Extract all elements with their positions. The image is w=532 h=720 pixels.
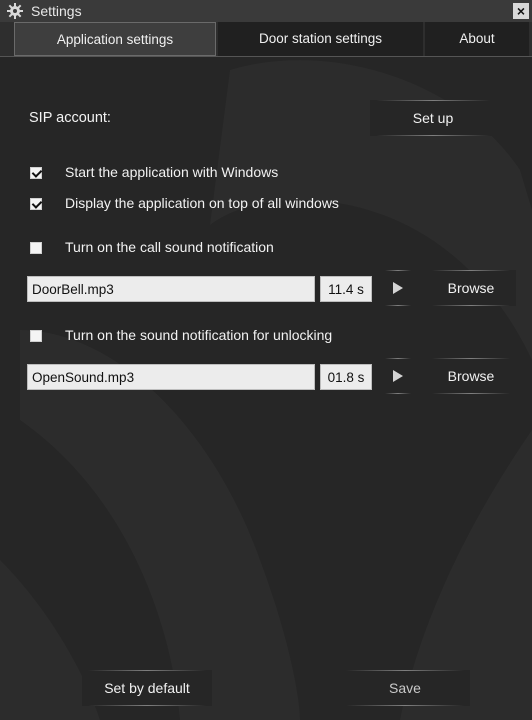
tab-application-settings[interactable]: Application settings [14,22,216,56]
call-sound-play-button[interactable] [379,270,417,306]
unlock-sound-browse-button[interactable]: Browse [426,358,516,394]
on-top-label: Display the application on top of all wi… [65,195,339,211]
on-top-checkbox[interactable] [30,198,42,210]
call-sound-duration: 11.4 s [320,276,372,302]
unlock-sound-label: Turn on the sound notification for unloc… [65,327,333,343]
gear-icon [7,3,23,19]
call-sound-file-field[interactable]: DoorBell.mp3 [27,276,315,302]
call-sound-label: Turn on the call sound notification [65,239,274,255]
tab-door-station-settings[interactable]: Door station settings [218,22,423,56]
tab-bar: Application settings Door station settin… [0,22,532,57]
sip-account-label: SIP account: [29,110,111,126]
setup-button[interactable]: Set up [370,100,496,136]
play-icon [393,370,403,382]
window-title: Settings [31,3,82,19]
start-with-windows-label: Start the application with Windows [65,164,279,180]
unlock-sound-file-field[interactable]: OpenSound.mp3 [27,364,315,390]
start-with-windows-checkbox[interactable] [30,167,42,179]
save-button[interactable]: Save [340,670,470,706]
call-sound-checkbox[interactable] [30,242,42,254]
settings-window: Settings × Application settings Door sta… [0,0,532,720]
close-icon[interactable]: × [513,3,529,19]
unlock-sound-play-button[interactable] [379,358,417,394]
play-icon [393,282,403,294]
set-by-default-button[interactable]: Set by default [82,670,212,706]
title-bar: Settings × [0,0,532,22]
unlock-sound-checkbox[interactable] [30,330,42,342]
unlock-sound-duration: 01.8 s [320,364,372,390]
call-sound-browse-button[interactable]: Browse [426,270,516,306]
tab-about[interactable]: About [425,22,529,56]
